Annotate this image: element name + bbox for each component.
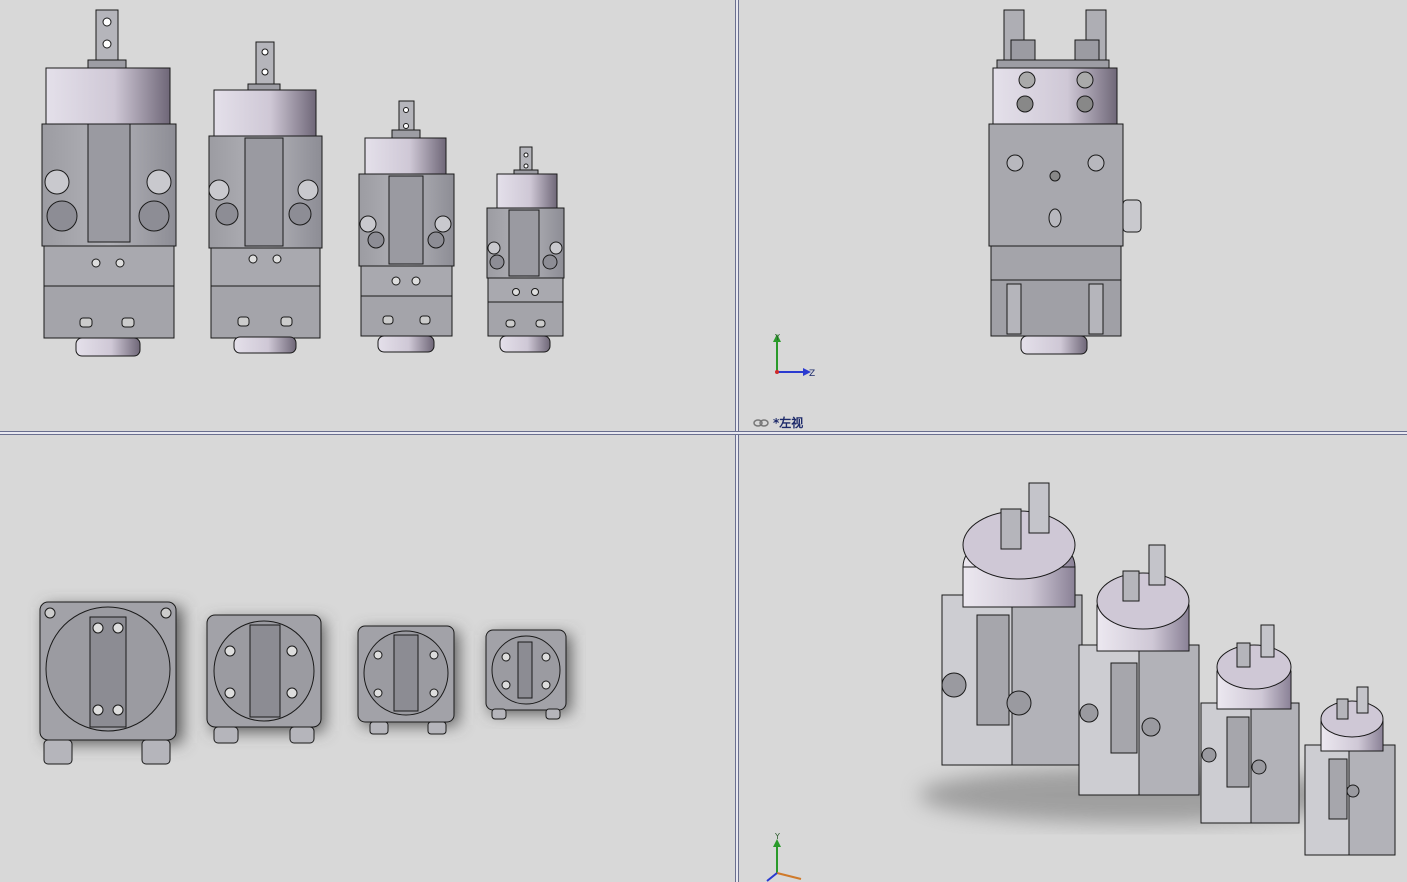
gripper-left-view bbox=[988, 9, 1142, 355]
viewport-isometric[interactable]: Y bbox=[739, 435, 1407, 882]
view-name: *左视 bbox=[773, 416, 804, 430]
gripper-medium-front bbox=[208, 41, 323, 354]
gripper-small-bottom bbox=[357, 625, 458, 735]
gripper-small-iso bbox=[1200, 624, 1300, 824]
triad-isometric: Y bbox=[766, 832, 802, 882]
left-view-drawing: Y Z bbox=[773, 9, 1142, 379]
gripper-large-iso bbox=[941, 482, 1083, 766]
front-view-drawing bbox=[41, 9, 565, 357]
gripper-medium-iso bbox=[1078, 544, 1200, 796]
triad-left-view: Y Z bbox=[773, 333, 815, 379]
triad-z-label: Z bbox=[809, 369, 815, 379]
gripper-tiny-front bbox=[486, 146, 565, 353]
triad-y-label-iso: Y bbox=[774, 832, 780, 841]
viewport-bottom[interactable] bbox=[0, 435, 735, 882]
link-icon bbox=[753, 418, 769, 427]
gripper-tiny-iso bbox=[1304, 686, 1396, 856]
gripper-large-front bbox=[41, 9, 177, 357]
gripper-small-front bbox=[358, 100, 455, 353]
view-orientation-label: *左视 bbox=[753, 414, 803, 431]
gripper-large-bottom bbox=[39, 601, 182, 765]
gripper-tiny-bottom bbox=[485, 629, 570, 720]
triad-y-label: Y bbox=[774, 333, 780, 342]
bottom-view-drawing bbox=[39, 601, 570, 765]
viewport-left[interactable]: Y Z *左视 bbox=[739, 0, 1407, 431]
viewport-front[interactable] bbox=[0, 0, 735, 431]
isometric-view-drawing: Y bbox=[766, 482, 1396, 882]
gripper-medium-bottom bbox=[206, 614, 324, 744]
